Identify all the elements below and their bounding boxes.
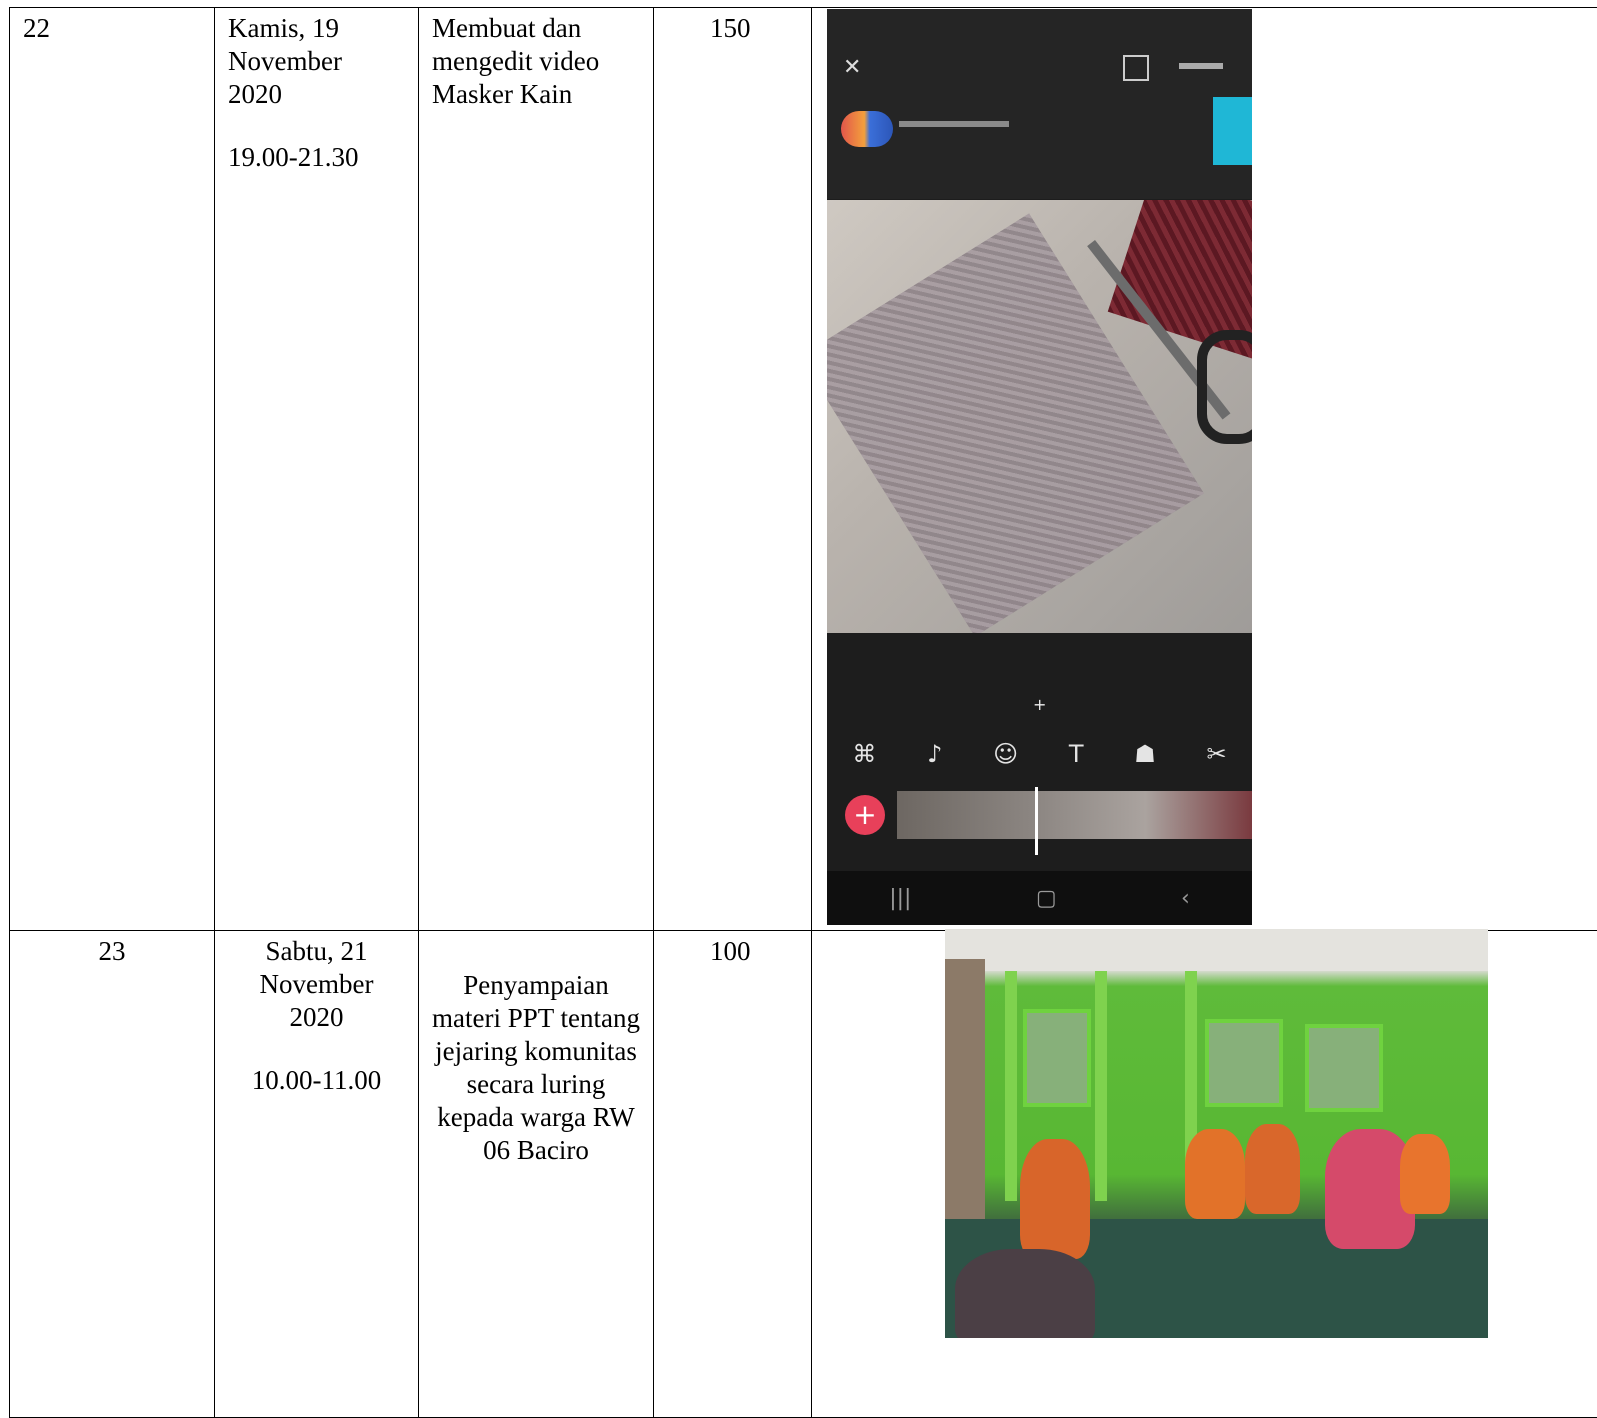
video-preview — [827, 200, 1252, 633]
export-label-blur — [1179, 63, 1223, 69]
avatar — [841, 111, 893, 147]
home-icon: ▢ — [1036, 886, 1057, 911]
activity-text: Penyampaian materi PPT tentang jejaring … — [419, 931, 653, 1167]
person — [1020, 1139, 1090, 1259]
person — [1245, 1124, 1300, 1214]
recents-icon: ||| — [889, 886, 911, 911]
ceiling — [945, 929, 1488, 971]
add-clip-icon: + — [845, 795, 885, 835]
text-icon: T — [1069, 740, 1084, 768]
door-frame — [1095, 971, 1107, 1201]
filter-icon: ☗ — [1134, 740, 1156, 768]
clip-strip — [897, 791, 1252, 839]
cell-number: 23 — [10, 931, 215, 1418]
cell-date: Kamis, 19 November 2020 19.00-21.30 — [215, 8, 419, 931]
editor-timeline: + — [827, 787, 1252, 855]
android-nav-bar: ||| ▢ ‹ — [827, 871, 1252, 925]
date-month: November — [215, 968, 418, 1001]
music-icon: ♪ — [927, 740, 942, 768]
save-icon — [1123, 55, 1149, 81]
person — [1400, 1134, 1450, 1214]
window — [1305, 1024, 1383, 1112]
sticker-icon: ☺ — [993, 740, 1018, 768]
community-meeting-photo — [945, 929, 1488, 1338]
activity-text: Membuat dan mengedit video Masker Kain — [419, 8, 653, 111]
cell-date: Sabtu, 21 November 2020 10.00-11.00 — [215, 931, 419, 1418]
date-day: Sabtu, 21 — [215, 935, 418, 968]
close-icon: ✕ — [843, 55, 861, 80]
date-month: November — [228, 45, 410, 78]
date-year: 2020 — [215, 1001, 418, 1034]
side-panel-tab — [1213, 97, 1252, 165]
media-icon: ⌘ — [852, 740, 876, 768]
account-name-blur — [899, 121, 1009, 127]
door-frame — [1005, 971, 1017, 1201]
row-number: 22 — [10, 8, 214, 45]
date-block: Kamis, 19 November 2020 19.00-21.30 — [215, 8, 418, 174]
back-icon: ‹ — [1181, 886, 1190, 911]
window — [1023, 1009, 1091, 1107]
video-editor-screenshot: ✕ + ⌘ ♪ ☺ T ☗ ✂ + ||| ▢ ‹ — [827, 9, 1252, 925]
date-block: Sabtu, 21 November 2020 10.00-11.00 — [215, 931, 418, 1097]
date-day: Kamis, 19 — [228, 12, 410, 45]
person — [1185, 1129, 1245, 1219]
table-row: 22 Kamis, 19 November 2020 19.00-21.30 M… — [10, 8, 1597, 931]
playhead — [1035, 787, 1038, 855]
cell-duration: 150 — [654, 8, 812, 931]
window — [1205, 1019, 1283, 1107]
date-year: 2020 — [228, 78, 410, 111]
duration-minutes: 100 — [654, 931, 811, 968]
cell-number: 22 — [10, 8, 215, 931]
editor-top-bar: ✕ — [827, 9, 1252, 199]
time-range: 10.00-11.00 — [215, 1064, 418, 1097]
duration-minutes: 150 — [654, 8, 811, 45]
person — [955, 1249, 1095, 1338]
cell-duration: 100 — [654, 931, 812, 1418]
cell-activity: Penyampaian materi PPT tentang jejaring … — [419, 931, 654, 1418]
editor-toolbar: ⌘ ♪ ☺ T ☗ ✂ — [827, 729, 1252, 779]
cell-activity: Membuat dan mengedit video Masker Kain — [419, 8, 654, 931]
scissors-handle — [1197, 330, 1252, 444]
time-range: 19.00-21.30 — [228, 141, 410, 174]
row-number: 23 — [10, 931, 214, 968]
cut-icon: ✂ — [1207, 740, 1227, 768]
plus-icon: + — [1033, 695, 1046, 714]
